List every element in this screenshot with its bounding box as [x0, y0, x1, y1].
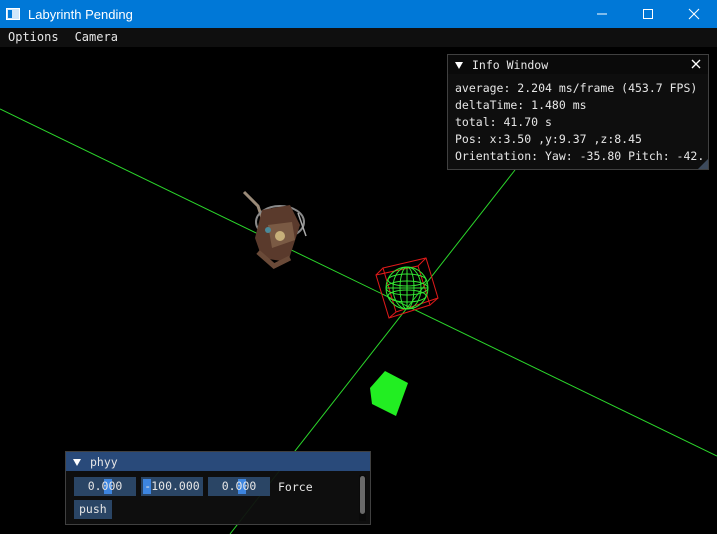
close-icon[interactable] [690, 58, 702, 70]
minimize-button[interactable] [579, 0, 625, 28]
info-window-title: Info Window [472, 57, 549, 72]
collapse-arrow-icon[interactable] [72, 457, 82, 467]
window-controls [579, 0, 717, 28]
info-position-line: Pos: x:3.50 ,y:9.37 ,z:8.45 [455, 132, 642, 146]
window-title: Labyrinth Pending [28, 6, 133, 22]
phyy-window[interactable]: phyy 0.000 -100.000 0.000 Force push [65, 451, 371, 525]
phyy-window-content: 0.000 -100.000 0.000 Force push [66, 471, 370, 523]
window-titlebar[interactable]: Labyrinth Pending [0, 0, 717, 28]
menu-camera[interactable]: Camera [67, 28, 126, 47]
force-x-drag-input[interactable]: 0.000 [74, 477, 136, 496]
force-y-drag-input[interactable]: -100.000 [141, 477, 203, 496]
wireframe-sphere [385, 266, 429, 310]
app-icon [6, 8, 20, 20]
green-cube [370, 371, 408, 416]
menu-bar: Options Camera [0, 28, 717, 47]
vertical-scrollbar[interactable] [359, 475, 366, 521]
info-window-content: average: 2.204 ms/frame (453.7 FPS) delt… [448, 74, 708, 165]
force-z-drag-input[interactable]: 0.000 [208, 477, 270, 496]
info-window-titlebar[interactable]: Info Window [448, 55, 708, 74]
menu-options[interactable]: Options [0, 28, 67, 47]
close-icon [688, 8, 700, 20]
close-button[interactable] [671, 0, 717, 28]
info-total-line: total: 41.70 s [455, 115, 552, 129]
character-model [242, 190, 307, 269]
info-window[interactable]: Info Window average: 2.204 ms/frame (453… [447, 54, 709, 170]
force-label: Force [278, 479, 313, 494]
maximize-icon [643, 9, 653, 19]
maximize-button[interactable] [625, 0, 671, 28]
collapse-arrow-icon[interactable] [454, 60, 464, 70]
info-orientation-line: Orientation: Yaw: -35.80 Pitch: -42. [455, 149, 705, 163]
force-input-row: 0.000 -100.000 0.000 Force [74, 477, 362, 496]
phyy-window-title: phyy [90, 454, 118, 469]
info-deltatime-line: deltaTime: 1.480 ms [455, 98, 587, 112]
phyy-window-titlebar[interactable]: phyy [66, 452, 370, 471]
scrollbar-thumb[interactable] [360, 476, 365, 514]
minimize-icon [597, 13, 607, 15]
info-average-line: average: 2.204 ms/frame (453.7 FPS) [455, 81, 698, 95]
resize-grip[interactable] [698, 159, 708, 169]
push-button[interactable]: push [74, 500, 112, 519]
